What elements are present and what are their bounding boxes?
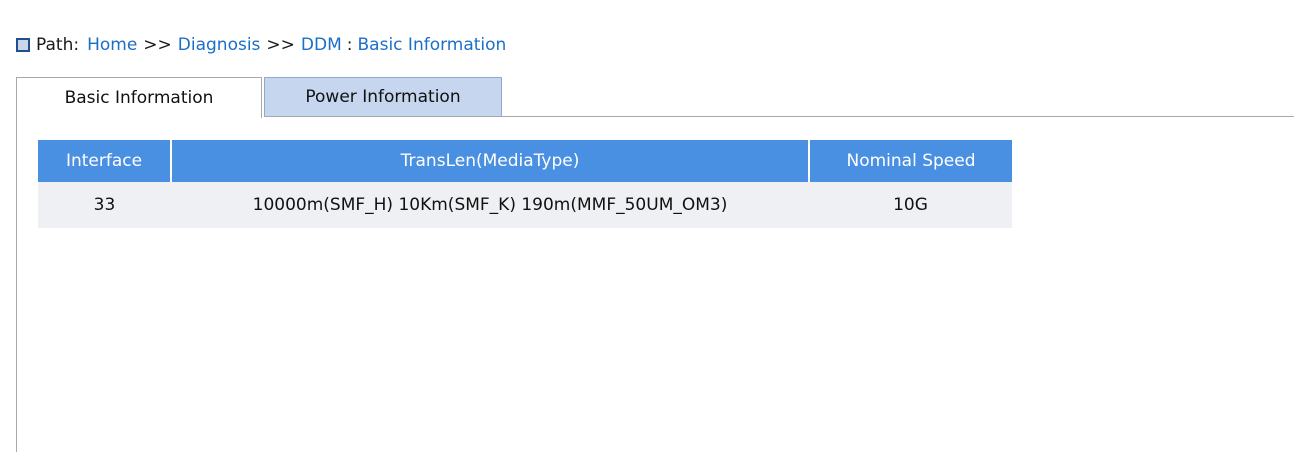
square-icon	[16, 38, 30, 52]
ddm-page: Path: Home >> Diagnosis >> DDM : Basic I…	[0, 0, 1294, 452]
breadcrumb: Path: Home >> Diagnosis >> DDM : Basic I…	[16, 32, 506, 58]
table-header-row: Interface TransLen(MediaType) Nominal Sp…	[38, 140, 1012, 182]
cell-nominal-speed: 10G	[809, 182, 1012, 228]
cell-translen: 10000m(SMF_H) 10Km(SMF_K) 190m(MMF_50UM_…	[171, 182, 809, 228]
breadcrumb-ddm-link[interactable]: DDM	[301, 35, 342, 55]
breadcrumb-diagnosis-link[interactable]: Diagnosis	[178, 35, 261, 55]
table-row: 33 10000m(SMF_H) 10Km(SMF_K) 190m(MMF_50…	[38, 182, 1012, 228]
header-translen: TransLen(MediaType)	[171, 140, 810, 182]
basic-information-table: Interface TransLen(MediaType) Nominal Sp…	[38, 140, 1012, 228]
breadcrumb-separator: >>	[266, 35, 295, 55]
breadcrumb-separator: >>	[143, 35, 172, 55]
cell-interface: 33	[38, 182, 171, 228]
tab-power-information[interactable]: Power Information	[264, 77, 502, 117]
breadcrumb-colon: :	[346, 35, 353, 55]
breadcrumb-home-link[interactable]: Home	[87, 35, 137, 55]
breadcrumb-current: Basic Information	[357, 35, 507, 55]
tab-basic-information[interactable]: Basic Information	[16, 77, 262, 118]
header-nominal-speed: Nominal Speed	[809, 140, 1012, 182]
header-interface: Interface	[38, 140, 172, 182]
path-label: Path:	[36, 35, 80, 55]
tab-strip: Basic Information Power Information	[0, 76, 1294, 118]
